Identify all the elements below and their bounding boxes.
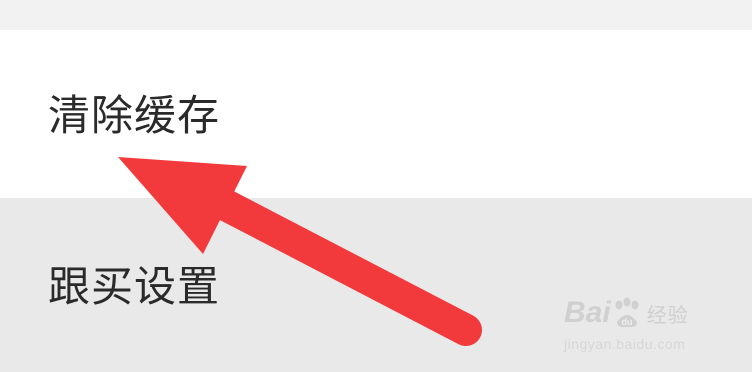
settings-item-label: 清除缓存 xyxy=(48,90,221,140)
baidu-jingyan-watermark: Bai du 经验 jingyan.baidu.com xyxy=(564,292,714,358)
svg-text:du: du xyxy=(621,317,632,327)
settings-item-label: 跟买设置 xyxy=(48,262,221,311)
settings-screen: 清除缓存 跟买设置 Bai du 经验 jingyan.baidu.com xyxy=(0,0,752,372)
settings-item-clear-cache[interactable]: 清除缓存 xyxy=(0,30,752,198)
watermark-brand-left: Bai xyxy=(564,296,611,329)
paw-icon: du xyxy=(615,297,639,328)
section-divider xyxy=(0,0,752,30)
watermark-url: jingyan.baidu.com xyxy=(564,336,686,352)
watermark-suffix: 经验 xyxy=(646,302,689,327)
